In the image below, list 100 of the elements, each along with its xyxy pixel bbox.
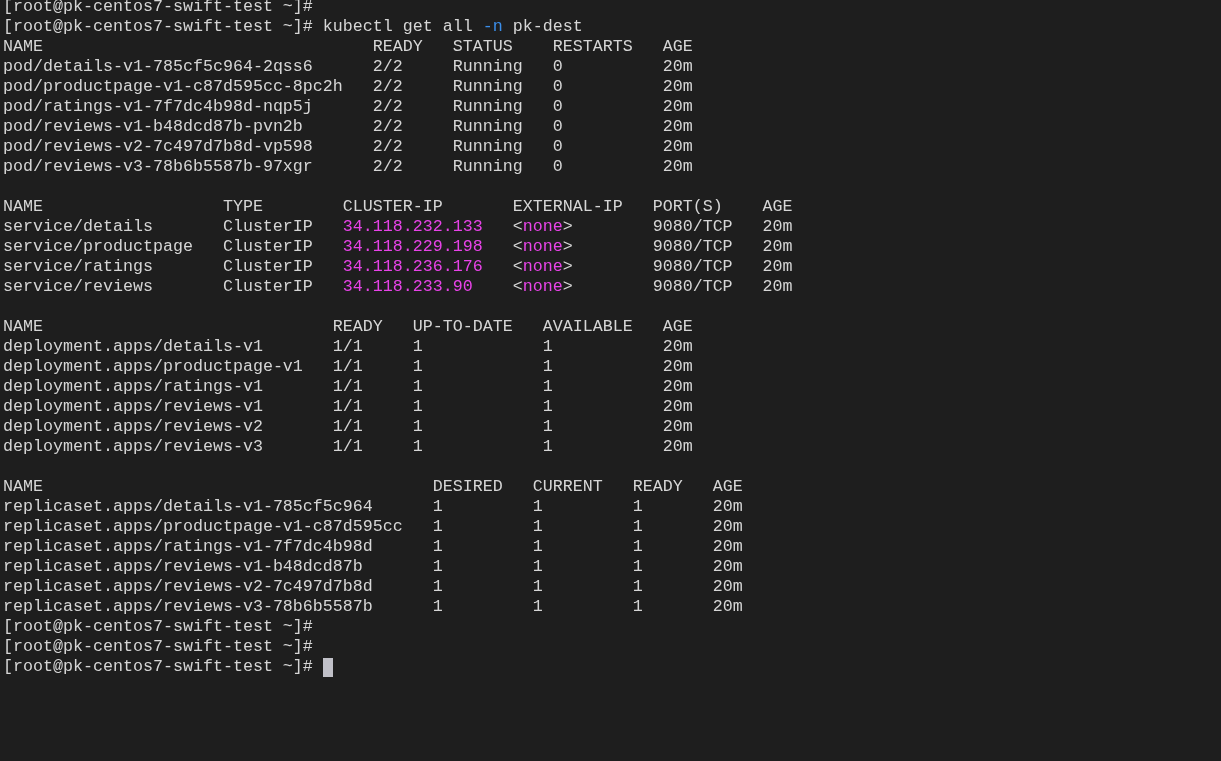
table-cell: 1 xyxy=(532,517,543,536)
table-cell: 20m xyxy=(662,437,693,456)
table-cell: 1/1 xyxy=(332,337,363,356)
table-cell: 1/1 xyxy=(332,377,363,396)
table-cell: replicaset.apps/reviews-v2-7c497d7b8d xyxy=(3,577,373,596)
table-cell: 1 xyxy=(432,557,443,576)
table-cell: 0 xyxy=(552,117,563,136)
table-cell: 20m xyxy=(662,377,693,396)
table-cell: 1 xyxy=(432,517,443,536)
table-cell: replicaset.apps/reviews-v1-b48dcd87b xyxy=(3,557,363,576)
column-header: NAME xyxy=(3,197,43,216)
table-cell: 20m xyxy=(662,57,693,76)
table-cell: service/details xyxy=(3,217,153,236)
cursor-icon xyxy=(322,657,333,677)
table-cell: replicaset.apps/details-v1-785cf5c964 xyxy=(3,497,373,516)
table-cell: 9080/TCP xyxy=(652,277,733,296)
table-cell: Running xyxy=(452,117,523,136)
table-cell: 1 xyxy=(432,537,443,556)
table-cell: Running xyxy=(452,97,523,116)
table-cell: ClusterIP xyxy=(222,277,313,296)
table-cell: 20m xyxy=(662,397,693,416)
table-cell: 20m xyxy=(762,277,793,296)
table-cell: service/ratings xyxy=(3,257,153,276)
table-cell: 9080/TCP xyxy=(652,257,733,276)
column-header: TYPE xyxy=(222,197,263,216)
table-cell: ClusterIP xyxy=(222,257,313,276)
table-cell: 1 xyxy=(532,597,543,616)
table-cell: replicaset.apps/ratings-v1-7f7dc4b98d xyxy=(3,537,373,556)
table-cell: 0 xyxy=(552,57,563,76)
table-cell: 1 xyxy=(632,557,643,576)
table-cell: 34.118.236.176 xyxy=(342,257,483,276)
table-cell: 1 xyxy=(432,597,443,616)
table-cell: pod/reviews-v2-7c497d7b8d-vp598 xyxy=(3,137,313,156)
table-cell: 2/2 xyxy=(372,137,403,156)
table-cell: 1 xyxy=(412,417,423,436)
table-cell: pod/reviews-v1-b48dcd87b-pvn2b xyxy=(3,117,303,136)
column-header: READY xyxy=(632,477,683,496)
table-cell: 1 xyxy=(412,437,423,456)
column-header: EXTERNAL-IP xyxy=(512,197,623,216)
table-cell: 20m xyxy=(662,157,693,176)
table-cell: Running xyxy=(452,157,523,176)
column-header: NAME xyxy=(3,477,43,496)
table-cell: 20m xyxy=(662,137,693,156)
table-cell: 1 xyxy=(632,517,643,536)
table-cell: deployment.apps/reviews-v1 xyxy=(3,397,263,416)
table-cell: 1/1 xyxy=(332,417,363,436)
table-cell: 1 xyxy=(432,577,443,596)
table-cell: 1 xyxy=(632,577,643,596)
column-header: AGE xyxy=(662,317,693,336)
column-header: READY xyxy=(372,37,423,56)
table-cell: Running xyxy=(452,137,523,156)
table-cell: 1 xyxy=(632,497,643,516)
table-cell: 1 xyxy=(542,357,553,376)
table-cell: 20m xyxy=(712,597,743,616)
table-cell: 34.118.232.133 xyxy=(342,217,483,236)
table-cell: 20m xyxy=(662,357,693,376)
command-text: kubectl get all -n pk-dest xyxy=(322,17,583,37)
table-cell: 20m xyxy=(662,337,693,356)
table-cell: Running xyxy=(452,57,523,76)
table-cell: 20m xyxy=(762,237,793,256)
table-cell: 20m xyxy=(662,117,693,136)
table-cell: 1 xyxy=(542,337,553,356)
table-cell: pod/ratings-v1-7f7dc4b98d-nqp5j xyxy=(3,97,313,116)
table-cell: 1 xyxy=(412,357,423,376)
table-cell: 2/2 xyxy=(372,157,403,176)
table-cell: 2/2 xyxy=(372,117,403,136)
table-cell: ClusterIP xyxy=(222,237,313,256)
table-cell: 1 xyxy=(532,497,543,516)
table-cell: <none> xyxy=(512,277,573,296)
table-cell: 20m xyxy=(662,417,693,436)
table-cell: 1 xyxy=(542,397,553,416)
table-cell: deployment.apps/productpage-v1 xyxy=(3,357,303,376)
table-cell: 1 xyxy=(412,337,423,356)
table-cell: deployment.apps/reviews-v2 xyxy=(3,417,263,436)
table-cell: deployment.apps/ratings-v1 xyxy=(3,377,263,396)
column-header: PORT(S) xyxy=(652,197,723,216)
table-cell: service/productpage xyxy=(3,237,193,256)
table-cell: 1 xyxy=(632,597,643,616)
column-header: AGE xyxy=(762,197,793,216)
shell-prompt: [root@pk-centos7-swift-test ~]# xyxy=(3,617,313,636)
shell-prompt: [root@pk-centos7-swift-test ~]# xyxy=(3,17,313,37)
table-cell: <none> xyxy=(512,257,573,276)
table-cell: 1 xyxy=(412,397,423,416)
table-cell: <none> xyxy=(512,237,573,256)
table-cell: 20m xyxy=(662,77,693,96)
table-cell: 20m xyxy=(712,557,743,576)
table-cell: 20m xyxy=(712,517,743,536)
table-cell: 1/1 xyxy=(332,397,363,416)
table-cell: 0 xyxy=(552,97,563,116)
table-cell: 20m xyxy=(762,257,793,276)
table-cell: pod/productpage-v1-c87d595cc-8pc2h xyxy=(3,77,343,96)
table-cell: 34.118.229.198 xyxy=(342,237,483,256)
table-cell: 0 xyxy=(552,137,563,156)
table-cell: 20m xyxy=(712,497,743,516)
table-cell: 1 xyxy=(542,437,553,456)
table-cell: 1/1 xyxy=(332,357,363,376)
table-cell: 1 xyxy=(412,377,423,396)
column-header: AGE xyxy=(712,477,743,496)
shell-prompt: [root@pk-centos7-swift-test ~]# xyxy=(3,657,313,677)
table-cell: 1 xyxy=(632,537,643,556)
